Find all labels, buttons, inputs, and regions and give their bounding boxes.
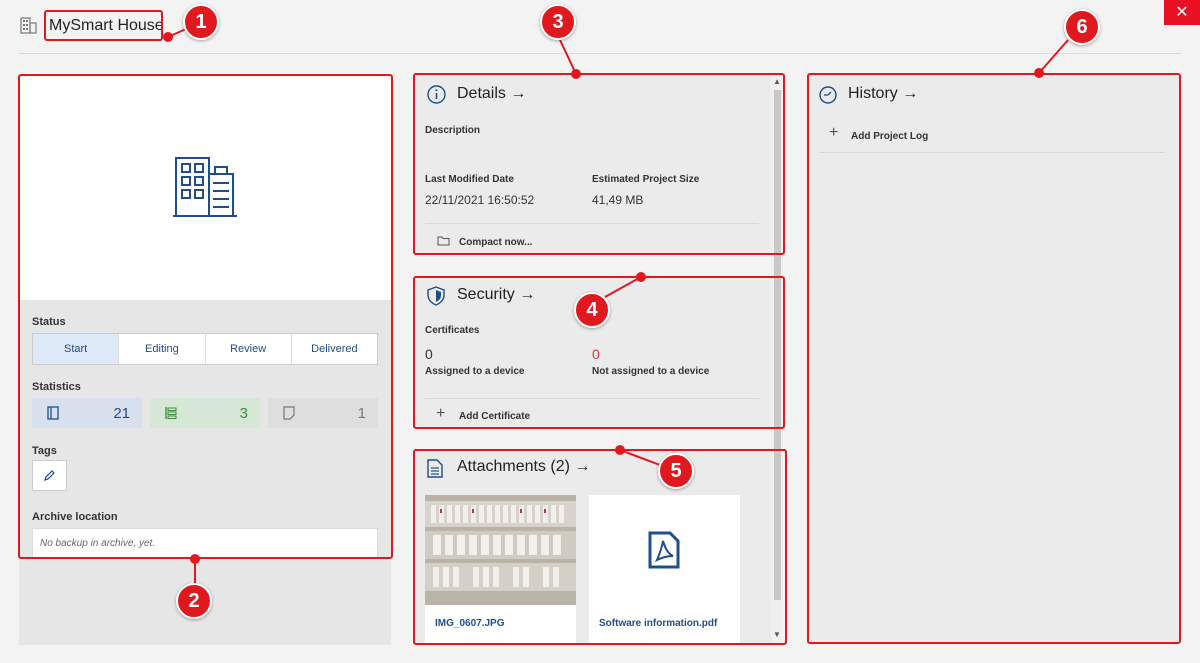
annotation-badge-6: 6	[1064, 9, 1100, 45]
annotation-connectors	[169, 25, 1069, 585]
annotation-dot-6	[1034, 68, 1044, 78]
annotation-badge-5: 5	[658, 453, 694, 489]
annotation-badge-4: 4	[574, 292, 610, 328]
annotation-dot-4	[636, 272, 646, 282]
annotation-badge-1: 1	[183, 4, 219, 40]
annotation-dot-1	[163, 32, 173, 42]
annotation-dot-5	[615, 445, 625, 455]
annotation-badge-2: 2	[176, 583, 212, 619]
annotation-dot-3	[571, 69, 581, 79]
annotation-dot-2	[190, 554, 200, 564]
annotation-badge-3: 3	[540, 4, 576, 40]
